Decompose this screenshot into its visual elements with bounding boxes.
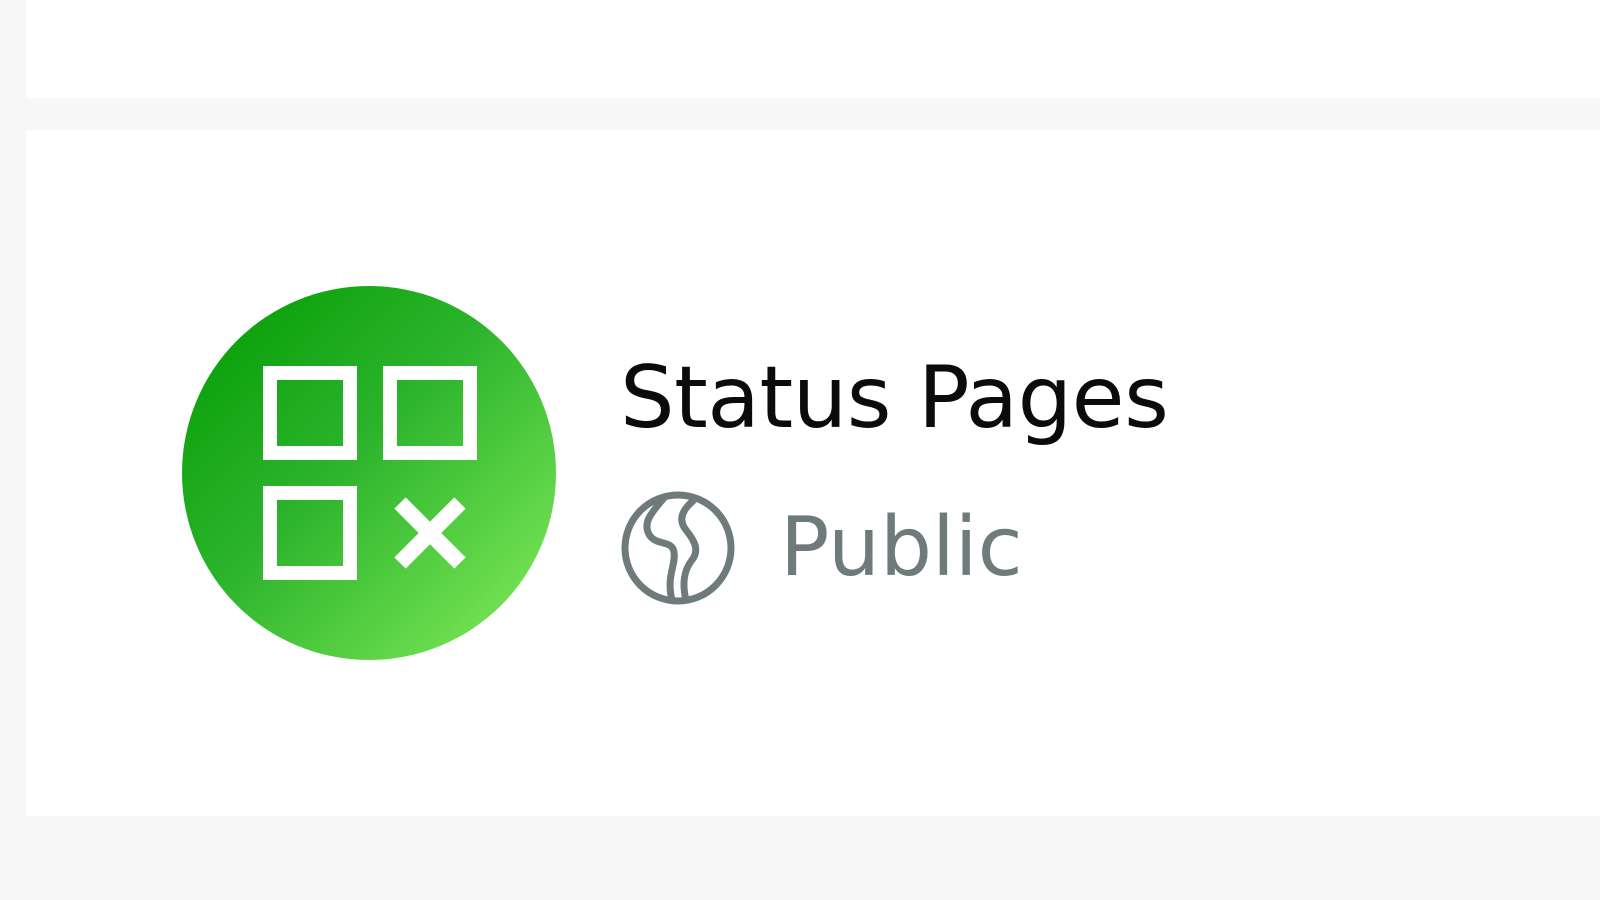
app-info: Status Pages Public bbox=[620, 348, 1169, 606]
visibility-status: Public bbox=[620, 490, 1168, 606]
app-title: Status Pages bbox=[620, 348, 1169, 448]
page: Status Pages Public bbox=[0, 0, 1600, 900]
status-pages-icon bbox=[182, 286, 556, 660]
visibility-label: Public bbox=[780, 500, 1023, 595]
status-pages-app-tile[interactable]: Status Pages Public bbox=[182, 286, 1169, 660]
globe-icon bbox=[621, 491, 735, 605]
previous-card bbox=[26, 0, 1600, 98]
app-card: Status Pages Public bbox=[26, 130, 1600, 816]
status-pages-grid-icon bbox=[263, 366, 477, 580]
